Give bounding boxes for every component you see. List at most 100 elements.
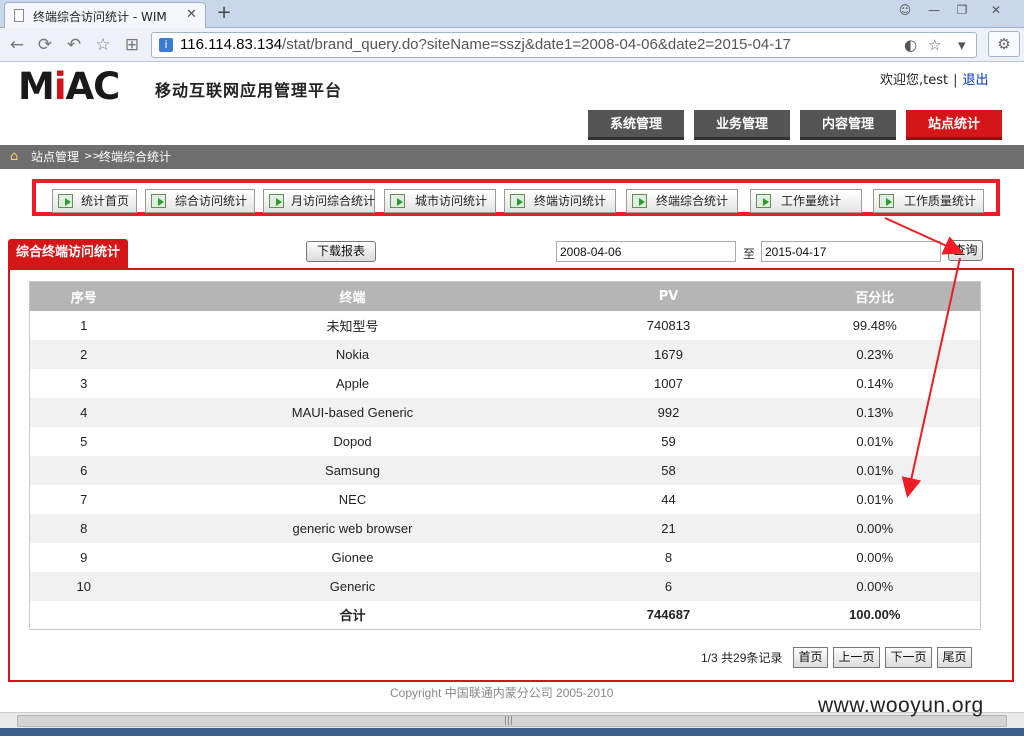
settings-wrench-icon[interactable]: ⚙ — [988, 31, 1020, 57]
subnav-label: 城市访问统计 — [415, 194, 488, 208]
cell-index: 3 — [80, 375, 88, 391]
topnav-business[interactable]: 业务管理 — [694, 110, 790, 140]
cell-terminal: Samsung — [137, 455, 568, 485]
cell-terminal: MAUI-based Generic — [137, 397, 568, 427]
cell-index: 6 — [29, 455, 138, 485]
browser-toolbar: ← ⟳ ↶ ☆ ⊞ i 116.114.83.134/stat/brand_qu… — [0, 28, 1024, 62]
cell-terminal: Dopod — [333, 433, 372, 449]
cell-index: 8 — [29, 513, 138, 543]
new-tab-button[interactable]: + — [210, 3, 238, 25]
profile-icon[interactable]: ☺ — [893, 3, 917, 21]
next-page-button[interactable]: 下一页 — [885, 647, 932, 668]
dropdown-arrow-icon[interactable]: ▾ — [958, 36, 966, 54]
history-icon[interactable]: ↶ — [63, 34, 85, 56]
cell-index: 9 — [80, 549, 88, 565]
table-header-row: 序号 终端 PV 百分比 — [29, 281, 981, 311]
page-icon — [14, 9, 24, 22]
logo-text-i: i — [53, 65, 67, 108]
browser-tab[interactable]: 终端综合访问统计 - WIM ✕ — [4, 2, 206, 28]
address-bar[interactable]: i 116.114.83.134/stat/brand_query.do?sit… — [151, 32, 977, 58]
col-header-terminal: 终端 — [137, 281, 568, 311]
subnav-label: 终端访问统计 — [534, 194, 607, 208]
table-row: 10 Generic 6 0.00% — [29, 571, 981, 601]
minimize-button[interactable]: — — [922, 3, 946, 21]
close-tab-icon[interactable]: ✕ — [186, 7, 197, 22]
subnav-stats-home[interactable]: 统计首页 — [52, 189, 137, 213]
query-button[interactable]: 查询 — [948, 240, 983, 261]
table-row: 3 Apple 1007 0.14% — [30, 369, 981, 398]
subnav-label: 工作质量统计 — [904, 194, 977, 208]
arrow-right-icon — [879, 194, 894, 208]
tab-title: 终端综合访问统计 - WIM — [33, 10, 167, 24]
welcome-separator: | — [953, 73, 958, 88]
download-report-button[interactable]: 下载报表 — [306, 241, 376, 262]
end-date-input[interactable] — [761, 241, 941, 262]
arrow-right-icon — [390, 194, 405, 208]
url-path: /stat/brand_query.do?siteName=sszj&date1… — [282, 36, 791, 53]
home-icon: ⌂ — [10, 149, 19, 164]
url-host: 116.114.83.134 — [180, 36, 283, 53]
subnav-overall-visits[interactable]: 综合访问统计 — [145, 189, 255, 213]
welcome-text: 欢迎您,test — [880, 73, 949, 88]
bookmark-star-icon[interactable]: ☆ — [92, 34, 114, 56]
logout-link[interactable]: 退出 — [963, 73, 989, 88]
subnav-workload[interactable]: 工作量统计 — [750, 189, 862, 213]
site-info-icon[interactable]: i — [159, 38, 173, 52]
apps-grid-icon[interactable]: ⊞ — [121, 34, 143, 56]
subnav-terminal-overall[interactable]: 终端综合统计 — [626, 189, 738, 213]
arrow-right-icon — [269, 194, 284, 208]
start-date-input[interactable] — [556, 241, 736, 262]
scrollbar-grip: ||| — [504, 716, 514, 726]
table-row: 8 generic web browser 21 0.00% — [29, 513, 981, 543]
cell-pv: 21 — [567, 513, 770, 543]
last-page-button[interactable]: 尾页 — [937, 647, 972, 668]
cell-terminal: Gionee — [331, 549, 374, 565]
arrow-right-icon — [510, 194, 525, 208]
col-header-index: 序号 — [29, 281, 138, 311]
cell-index: 1 — [80, 317, 88, 333]
subnav-label: 统计首页 — [81, 194, 130, 208]
logo-text-2: AC — [65, 65, 121, 108]
total-cell-terminal: 合计 — [137, 600, 568, 630]
first-page-button[interactable]: 首页 — [793, 647, 828, 668]
breadcrumb: ⌂ 站点管理 >> 终端综合统计 — [0, 145, 1024, 169]
table-row: 6 Samsung 58 0.01% — [29, 455, 981, 485]
maximize-button[interactable]: ❐ — [950, 3, 974, 21]
breadcrumb-root[interactable]: 站点管理 — [31, 145, 79, 169]
topnav-content[interactable]: 内容管理 — [800, 110, 896, 140]
arrow-right-icon — [632, 194, 647, 208]
arrow-right-icon — [151, 194, 166, 208]
subnav-label: 综合访问统计 — [175, 194, 248, 208]
total-cell-percent: 100.00% — [769, 600, 981, 630]
cell-terminal: Nokia — [137, 339, 568, 369]
table-row: 5 Dopod 59 0.01% — [30, 427, 981, 456]
forward-icon[interactable]: ⟳ — [34, 34, 56, 56]
cell-index: 10 — [29, 571, 138, 601]
terminal-stats-table: 序号 终端 PV 百分比 1 未知型号 740813 99.48% 2 Nokia 1679… — [29, 281, 981, 630]
subnav-work-quality[interactable]: 工作质量统计 — [873, 189, 984, 213]
section-title: 综合终端访问统计 — [8, 239, 129, 269]
favorite-star-icon[interactable]: ☆ — [928, 36, 941, 54]
cell-percent: 0.23% — [769, 339, 981, 369]
subnav-monthly-visits[interactable]: 月访问综合统计 — [263, 189, 375, 213]
cell-terminal: Apple — [335, 375, 370, 391]
topnav-system[interactable]: 系统管理 — [588, 110, 684, 140]
compat-mode-icon[interactable]: ◐ — [904, 36, 917, 54]
cell-pv: 44 — [661, 491, 676, 507]
subnav-terminal-visits[interactable]: 终端访问统计 — [504, 189, 616, 213]
platform-title: 移动互联网应用管理平台 — [155, 81, 343, 100]
date-range-separator: 至 — [743, 247, 756, 261]
cell-terminal: Generic — [137, 571, 568, 601]
close-window-button[interactable]: ✕ — [984, 3, 1008, 21]
cell-terminal: 未知型号 — [326, 318, 379, 334]
back-icon[interactable]: ← — [6, 34, 28, 56]
cell-percent: 0.00% — [769, 513, 981, 543]
subnav-city-visits[interactable]: 城市访问统计 — [384, 189, 496, 213]
cell-index: 7 — [80, 491, 88, 507]
logo-text-1: M — [18, 65, 55, 108]
arrow-right-icon — [756, 194, 771, 208]
col-header-pv: PV — [567, 281, 770, 311]
cell-percent: 0.00% — [856, 549, 894, 565]
topnav-site-stats[interactable]: 站点统计 — [906, 110, 1002, 140]
prev-page-button[interactable]: 上一页 — [833, 647, 880, 668]
